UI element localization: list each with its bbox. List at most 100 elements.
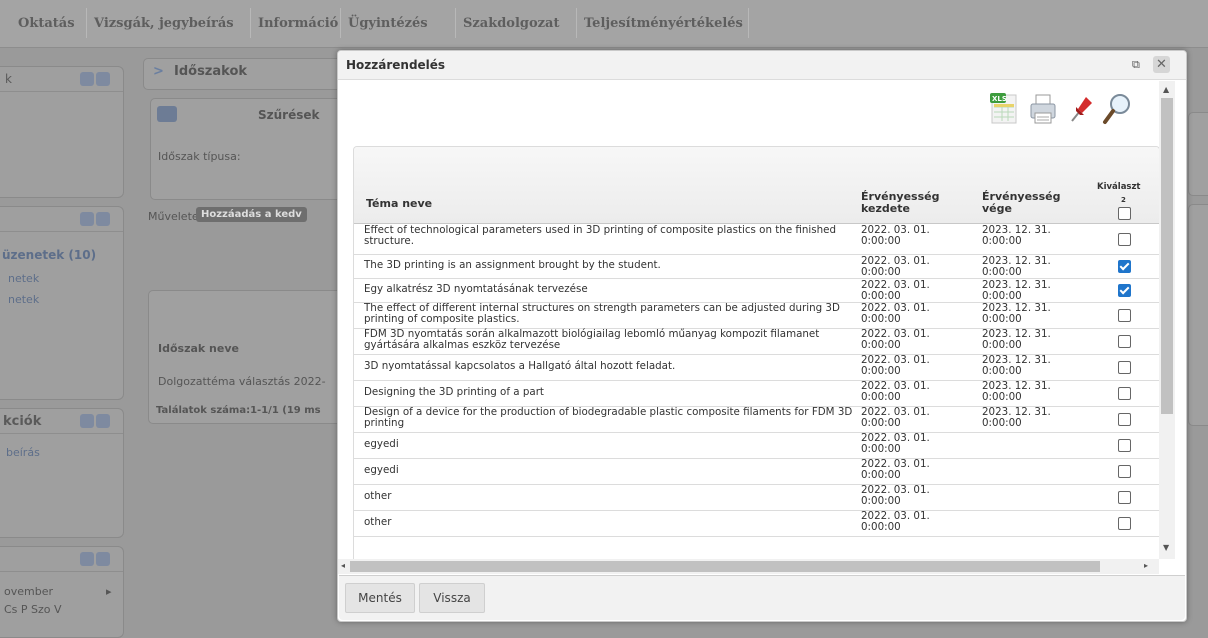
horizontal-scrollbar[interactable]: ◂ ▸ xyxy=(338,559,1159,574)
calendar-next-icon[interactable]: ▸ xyxy=(106,585,112,598)
valid-from-cell: 2022. 03. 01. 0:00:00 xyxy=(861,224,930,247)
close-icon[interactable] xyxy=(96,552,110,566)
refresh-icon[interactable] xyxy=(80,414,94,428)
table-row[interactable]: 3D nyomtatással kapcsolatos a Hallgató á… xyxy=(354,354,1159,381)
nav-item-performance[interactable]: Teljesítményértékelés xyxy=(584,16,743,31)
filters-box xyxy=(150,98,352,200)
period-row[interactable]: Dolgozattéma választás 2022- xyxy=(158,375,326,388)
vertical-scrollbar[interactable]: ▲ ▼ xyxy=(1159,81,1175,559)
select-checkbox[interactable] xyxy=(1118,233,1131,246)
valid-from-cell: 2022. 03. 01. 0:00:00 xyxy=(861,328,930,351)
valid-to-cell: 2023. 12. 31. 0:00:00 xyxy=(982,328,1051,351)
assignment-dialog: Hozzárendelés ⧉ ✕ XLS Téma neve Érvényes… xyxy=(337,50,1187,622)
period-name-header: Időszak neve xyxy=(158,342,239,355)
table-row[interactable]: Egy alkatrész 3D nyomtatásának tervezése… xyxy=(354,278,1159,303)
select-checkbox[interactable] xyxy=(1118,413,1131,426)
nav-item-administration[interactable]: Ügyintézés xyxy=(348,16,428,31)
right-panel xyxy=(1188,112,1208,196)
select-checkbox[interactable] xyxy=(1118,309,1131,322)
column-select[interactable]: Kiválaszt xyxy=(1097,181,1157,193)
grid-header: Téma neve Érvényesség kezdete Érvényessé… xyxy=(354,147,1159,224)
close-icon[interactable] xyxy=(96,414,110,428)
refresh-icon[interactable] xyxy=(80,72,94,86)
close-icon[interactable]: ✕ xyxy=(1153,56,1170,73)
table-row[interactable]: other 2022. 03. 01. 0:00:00 xyxy=(354,484,1159,511)
collapse-icon[interactable] xyxy=(157,106,177,122)
select-checkbox[interactable] xyxy=(1118,491,1131,504)
messages-link[interactable]: üzenetek (10) xyxy=(2,248,96,262)
scroll-right-icon[interactable]: ▸ xyxy=(1144,561,1148,570)
table-row[interactable]: egyedi 2022. 03. 01. 0:00:00 xyxy=(354,432,1159,459)
popout-icon[interactable]: ⧉ xyxy=(1132,59,1142,70)
valid-from-cell: 2022. 03. 01. 0:00:00 xyxy=(861,432,930,455)
scrollbar-thumb[interactable] xyxy=(350,561,1100,572)
period-type-label: Időszak típusa: xyxy=(158,150,241,163)
select-all-checkbox[interactable] xyxy=(1118,207,1131,220)
select-checkbox[interactable] xyxy=(1118,517,1131,530)
table-row[interactable]: Designing the 3D printing of a part 2022.… xyxy=(354,380,1159,407)
refresh-icon[interactable] xyxy=(80,212,94,226)
select-checkbox[interactable] xyxy=(1118,361,1131,374)
topic-name-cell: egyedi xyxy=(364,438,399,450)
topic-name-cell: egyedi xyxy=(364,464,399,476)
dialog-title: Hozzárendelés xyxy=(346,58,446,72)
valid-from-cell: 2022. 03. 01. 0:00:00 xyxy=(861,510,930,533)
table-row[interactable]: The effect of different internal structu… xyxy=(354,302,1159,329)
topic-name-cell: Effect of technological parameters used … xyxy=(364,224,837,247)
topic-name-cell: other xyxy=(364,516,392,528)
print-icon[interactable] xyxy=(1026,91,1060,127)
periods-grid xyxy=(148,290,350,424)
nav-item-education[interactable]: Oktatás xyxy=(18,16,75,31)
excel-export-icon[interactable]: XLS xyxy=(986,91,1020,127)
scrollbar-thumb[interactable] xyxy=(1161,98,1173,414)
topic-name-cell: Designing the 3D printing of a part xyxy=(364,386,544,398)
column-topic-name[interactable]: Téma neve xyxy=(366,198,432,210)
nav-separator xyxy=(340,8,341,38)
table-row[interactable]: egyedi 2022. 03. 01. 0:00:00 xyxy=(354,458,1159,485)
select-checkbox[interactable] xyxy=(1118,387,1131,400)
valid-to-cell: 2023. 12. 31. 0:00:00 xyxy=(982,406,1051,429)
scroll-left-icon[interactable]: ◂ xyxy=(341,561,345,570)
calendar-weekdays: Cs P Szo V xyxy=(4,603,62,616)
column-valid-from[interactable]: Érvényesség kezdete xyxy=(861,191,951,215)
close-icon[interactable] xyxy=(96,72,110,86)
scroll-down-icon[interactable]: ▼ xyxy=(1163,543,1169,552)
select-checkbox[interactable] xyxy=(1118,465,1131,478)
nav-item-information[interactable]: Információ xyxy=(258,16,338,31)
refresh-icon[interactable] xyxy=(80,552,94,566)
select-checkbox[interactable] xyxy=(1118,439,1131,452)
valid-to-cell: 2023. 12. 31. 0:00:00 xyxy=(982,302,1051,325)
function-link[interactable]: beírás xyxy=(6,446,40,459)
close-icon[interactable] xyxy=(96,212,110,226)
page-title: Időszakok xyxy=(174,64,248,79)
search-icon[interactable] xyxy=(1100,91,1134,127)
messages-sublink[interactable]: netek xyxy=(8,293,39,306)
table-row[interactable]: Effect of technological parameters used … xyxy=(354,224,1159,255)
select-checkbox[interactable] xyxy=(1118,335,1131,348)
save-button[interactable]: Mentés xyxy=(345,583,415,613)
messages-sublink[interactable]: netek xyxy=(8,272,39,285)
select-checkbox[interactable] xyxy=(1118,284,1131,297)
back-button[interactable]: Vissza xyxy=(419,583,485,613)
table-row[interactable]: Design of a device for the production of… xyxy=(354,406,1159,433)
table-row[interactable]: The 3D printing is an assignment brought… xyxy=(354,254,1159,279)
scroll-up-icon[interactable]: ▲ xyxy=(1163,85,1169,94)
nav-separator xyxy=(86,8,87,38)
add-favorites-button[interactable]: Hozzáadás a kedv xyxy=(196,207,307,222)
valid-from-cell: 2022. 03. 01. 0:00:00 xyxy=(861,406,930,429)
nav-separator xyxy=(576,8,577,38)
valid-from-cell: 2022. 03. 01. 0:00:00 xyxy=(861,302,930,325)
chevron-right-icon: > xyxy=(153,64,164,79)
table-row[interactable]: other 2022. 03. 01. 0:00:00 xyxy=(354,510,1159,537)
nav-item-exams[interactable]: Vizsgák, jegybeírás xyxy=(94,16,234,31)
pin-icon[interactable] xyxy=(1064,91,1098,127)
select-checkbox[interactable] xyxy=(1118,260,1131,273)
nav-item-thesis[interactable]: Szakdolgozat xyxy=(463,16,559,31)
nav-separator xyxy=(455,8,456,38)
table-row[interactable]: FDM 3D nyomtatás során alkalmazott bioló… xyxy=(354,328,1159,355)
panel-title: kciók xyxy=(3,414,42,429)
topic-name-cell: 3D nyomtatással kapcsolatos a Hallgató á… xyxy=(364,360,676,372)
valid-to-cell: 2023. 12. 31. 0:00:00 xyxy=(982,279,1051,302)
column-valid-to[interactable]: Érvényesség vége xyxy=(982,191,1072,215)
nav-separator xyxy=(748,8,749,38)
